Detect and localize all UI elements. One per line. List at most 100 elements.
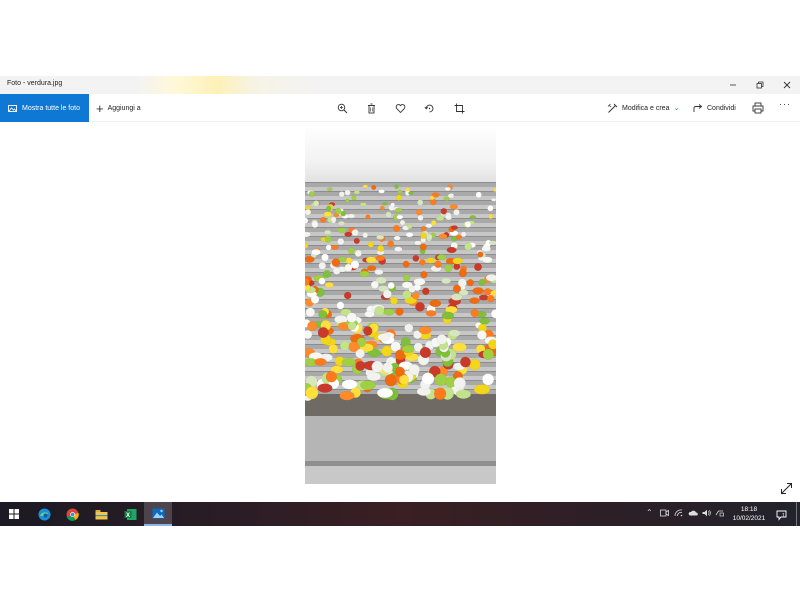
vegetable-piece xyxy=(337,227,347,234)
vegetable-piece xyxy=(359,270,370,278)
clock[interactable]: 18:18 10/02/2021 xyxy=(726,505,772,523)
minimize-icon xyxy=(730,84,736,86)
network-icon[interactable] xyxy=(674,509,683,519)
delete-button[interactable] xyxy=(364,101,378,115)
vegetable-piece xyxy=(347,247,355,255)
vegetable-piece xyxy=(346,312,357,323)
volume-icon[interactable] xyxy=(702,509,711,519)
vegetable-piece xyxy=(452,257,464,265)
vegetable-piece xyxy=(378,189,385,194)
vegetable-piece xyxy=(408,364,420,376)
vegetable-piece xyxy=(393,235,401,241)
vegetable-piece xyxy=(473,384,491,395)
vegetable-piece xyxy=(419,243,427,251)
vegetable-piece xyxy=(458,269,467,278)
show-desktop-button[interactable] xyxy=(796,502,797,526)
share-button[interactable]: Condividi xyxy=(693,94,736,122)
vegetable-piece xyxy=(425,223,433,229)
vegetable-piece xyxy=(338,191,345,198)
vegetable-piece xyxy=(475,191,482,198)
vegetable-piece xyxy=(325,244,332,251)
meet-now-icon[interactable] xyxy=(660,509,669,519)
vegetable-piece xyxy=(394,184,399,189)
print-button[interactable] xyxy=(751,101,765,115)
vegetable-piece xyxy=(305,386,319,400)
minimize-button[interactable] xyxy=(720,76,746,94)
rotate-button[interactable] xyxy=(422,101,436,115)
vegetable-piece xyxy=(390,296,398,305)
vegetable-piece xyxy=(493,188,496,192)
vegetable-piece xyxy=(436,254,447,261)
taskbar-edge[interactable] xyxy=(30,502,58,526)
windows-icon xyxy=(9,509,19,519)
vegetable-piece xyxy=(482,348,494,361)
vegetable-piece xyxy=(491,198,496,202)
vegetable-piece xyxy=(436,334,447,345)
vegetable-piece xyxy=(425,257,436,264)
start-button[interactable] xyxy=(0,502,28,526)
restore-button[interactable] xyxy=(747,76,773,94)
vegetable-piece xyxy=(420,232,427,239)
add-to-button[interactable]: + Aggiungi a xyxy=(96,94,141,122)
vegetable-piece xyxy=(440,208,448,215)
more-options-button[interactable]: ··· xyxy=(779,99,791,109)
restore-icon xyxy=(756,81,764,89)
vegetable-piece xyxy=(364,310,375,318)
vegetable-piece xyxy=(417,214,424,221)
vegetable-piece xyxy=(308,190,315,197)
taskbar-file-explorer[interactable] xyxy=(87,502,115,526)
vegetable-piece xyxy=(407,223,413,230)
power-icon[interactable] xyxy=(715,509,724,519)
vegetable-piece xyxy=(420,226,427,232)
vegetable-piece xyxy=(429,299,442,308)
svg-text:X: X xyxy=(125,512,129,518)
folder-icon xyxy=(95,509,107,519)
taskbar-photos[interactable] xyxy=(144,502,172,526)
vegetable-piece xyxy=(339,340,350,351)
vegetable-piece xyxy=(466,279,474,287)
close-icon xyxy=(783,81,791,89)
taskbar-excel[interactable]: X xyxy=(116,502,144,526)
fullscreen-button[interactable] xyxy=(780,482,793,495)
vegetable-piece xyxy=(344,263,353,272)
tray-chevron-up-icon[interactable]: ⌃ xyxy=(646,508,653,517)
favorite-button[interactable] xyxy=(393,101,407,115)
vegetable-piece xyxy=(444,264,453,273)
vegetable-piece xyxy=(344,231,353,237)
plus-icon: + xyxy=(96,100,104,116)
close-button[interactable] xyxy=(774,76,800,94)
photo-image xyxy=(305,124,496,484)
vegetable-piece xyxy=(429,195,435,201)
vegetable-piece xyxy=(401,344,415,353)
show-all-photos-button[interactable]: Mostra tutte le foto xyxy=(0,94,89,122)
onedrive-icon[interactable] xyxy=(688,509,698,518)
vegetable-piece xyxy=(339,391,355,401)
vegetable-piece xyxy=(383,308,395,316)
vegetable-piece xyxy=(367,241,374,248)
vegetable-piece xyxy=(330,244,339,250)
vegetable-piece xyxy=(415,301,425,312)
vegetable-piece xyxy=(469,358,481,371)
vegetable-piece xyxy=(353,237,360,244)
vegetable-piece xyxy=(381,345,393,357)
vegetable-piece xyxy=(345,198,350,204)
zoom-button[interactable] xyxy=(335,101,349,115)
vegetable-piece xyxy=(351,195,357,201)
notifications-button[interactable]: 1 xyxy=(776,508,788,521)
vegetable-piece xyxy=(426,233,433,240)
vegetable-piece xyxy=(477,251,484,258)
vegetable-piece xyxy=(482,256,493,264)
vegetable-piece xyxy=(413,278,426,286)
vegetable-piece xyxy=(311,220,319,228)
crop-button[interactable] xyxy=(452,101,466,115)
vegetable-piece xyxy=(445,214,452,219)
vegetable-piece xyxy=(323,211,332,217)
vegetable-piece xyxy=(395,194,402,201)
edit-create-button[interactable]: Modifica e crea ⌄ xyxy=(607,94,679,122)
show-all-photos-label: Mostra tutte le foto xyxy=(22,104,80,112)
toolbar: Mostra tutte le foto + Aggiungi a Modifi… xyxy=(0,94,800,122)
vegetable-piece xyxy=(374,269,384,275)
vegetable-piece xyxy=(412,292,420,300)
vegetable-piece xyxy=(318,262,327,270)
taskbar-chrome[interactable] xyxy=(58,502,86,526)
